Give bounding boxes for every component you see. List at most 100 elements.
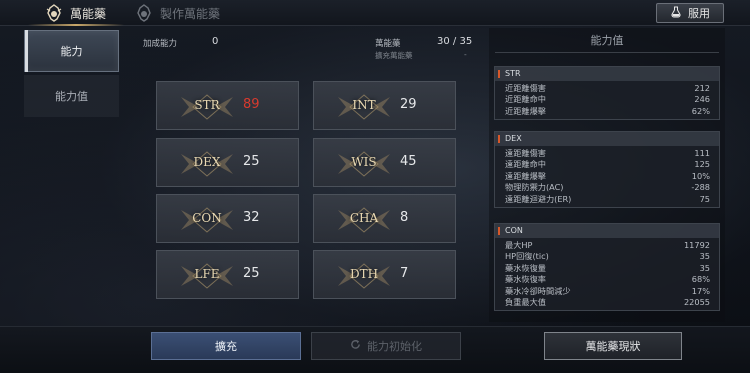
sidebar-item-ability-values[interactable]: 能力值 (24, 75, 119, 117)
reset-ability-label: 能力初始化 (367, 340, 422, 353)
stat-row-value: 35 (699, 251, 710, 262)
stat-name: CON (192, 211, 222, 225)
stat-group-header: CON (495, 224, 719, 238)
stat-value: 32 (243, 210, 260, 225)
stat-row: 近距離爆擊 62% (505, 106, 710, 117)
stat-name: INT (352, 98, 376, 112)
stat-row-label: 近距離爆擊 (505, 105, 546, 116)
stat-row: 物理防禦力(AC) -288 (505, 182, 710, 193)
stat-row-label: 遠距離爆擊 (505, 170, 546, 181)
stat-row-label: 近距離命中 (505, 94, 546, 105)
tab-craft-elixir[interactable]: 製作萬能藥 (134, 0, 220, 26)
sidebar-item-label: 能力 (60, 45, 83, 58)
stat-row-label: 藥水恢復量 (505, 262, 546, 273)
potion-flask-icon (670, 6, 682, 21)
stat-row: 遠距離傷害 111 (505, 148, 710, 159)
stat-card-dex[interactable]: DEX 25 (156, 138, 299, 187)
potion-emblem-icon (44, 3, 64, 23)
stat-card-lfe[interactable]: LFE 25 (156, 250, 299, 299)
stat-group-con: CON 最大HP 11792 HP回復(tic) 35 藥水恢復量 35 藥水恢復率 68% 藥水… (494, 223, 720, 312)
use-button[interactable]: 服用 (656, 3, 724, 23)
stat-row-value: 10% (691, 170, 710, 181)
stat-name: DEX (193, 155, 221, 169)
stat-name: CHA (349, 211, 379, 225)
stat-row-label: 藥水恢復率 (505, 274, 546, 285)
elixir-status-label: 萬能藥現狀 (585, 340, 641, 353)
stat-row-value: 17% (691, 285, 710, 296)
stat-value: 29 (400, 97, 417, 112)
stat-row-label: 負重最大值 (505, 296, 546, 307)
expand-button-label: 擴充 (215, 340, 237, 353)
stat-row-label: 藥水冷卻時間減少 (505, 285, 571, 296)
stat-row-value: 11792 (683, 240, 710, 250)
stat-row-label: 物理防禦力(AC) (505, 182, 564, 193)
elixir-count: 30 / 35 (437, 36, 473, 47)
stat-row-value: 62% (691, 105, 710, 116)
stat-row-value: 22055 (683, 296, 710, 307)
stat-row: 遠距離命中 125 (505, 159, 710, 170)
stat-row-value: 212 (694, 83, 710, 93)
sidebar: 能力 能力值 (24, 30, 119, 120)
divider (495, 52, 719, 53)
panel-title: 能力值 (590, 34, 624, 47)
stat-row: 藥水冷卻時間減少 17% (505, 286, 710, 297)
stat-row-label: 遠距離傷害 (505, 148, 546, 158)
stat-row-value: 75 (699, 193, 710, 204)
stat-value: 7 (400, 266, 409, 281)
stat-value: 25 (243, 266, 260, 281)
stat-name: STR (194, 98, 220, 112)
expand-button[interactable]: 擴充 (151, 332, 301, 360)
reset-ability-button[interactable]: 能力初始化 (311, 332, 461, 360)
stat-row-value: 125 (694, 159, 710, 170)
stat-value: 8 (400, 210, 409, 225)
stat-group-str: STR 近距離傷害 212 近距離命中 246 近距離爆擊 62% (494, 66, 720, 121)
refresh-icon (350, 339, 361, 353)
stat-card-cha[interactable]: CHA 8 (313, 194, 456, 243)
stat-group-header: STR (495, 67, 719, 81)
sidebar-item-ability[interactable]: 能力 (24, 30, 119, 72)
expand-elixir-value: - (464, 50, 467, 59)
stat-row: 藥水恢復量 35 (505, 263, 710, 274)
stat-row: 最大HP 11792 (505, 240, 710, 251)
stat-row-label: HP回復(tic) (505, 251, 549, 262)
tab-craft-elixir-label: 製作萬能藥 (160, 6, 221, 21)
stat-card-str[interactable]: STR 89 (156, 81, 299, 130)
stat-value: 25 (243, 154, 260, 169)
stat-name: LFE (194, 267, 220, 281)
stat-group-dex: DEX 遠距離傷害 111 遠距離命中 125 遠距離爆擊 10% 物理防禦力(AC) -288… (494, 131, 720, 208)
stat-name: DTH (349, 267, 379, 281)
elixir-status-button[interactable]: 萬能藥現狀 (544, 332, 682, 360)
stat-row: 遠距離迴避力(ER) 75 (505, 194, 710, 205)
stat-value: 89 (243, 97, 260, 112)
stat-row-label: 近距離傷害 (505, 83, 546, 93)
stat-row: 藥水恢復率 68% (505, 274, 710, 285)
stat-row-label: 遠距離命中 (505, 159, 546, 170)
stat-name: WIS (351, 155, 377, 169)
stat-row-label: 最大HP (505, 240, 533, 250)
stat-group-header: DEX (495, 132, 719, 146)
expand-elixir-label: 擴充萬能藥 (375, 51, 413, 60)
stat-card-int[interactable]: INT 29 (313, 81, 456, 130)
stat-row-value: 35 (699, 262, 710, 273)
bonus-label: 加成能力 (143, 39, 178, 49)
stat-row: HP回復(tic) 35 (505, 251, 710, 262)
bonus-value: 0 (212, 36, 219, 47)
stat-row-value: -288 (691, 182, 710, 193)
stat-row: 負重最大值 22055 (505, 297, 710, 308)
stat-row-label: 遠距離迴避力(ER) (505, 193, 572, 204)
stat-row: 近距離傷害 212 (505, 83, 710, 94)
stat-card-wis[interactable]: WIS 45 (313, 138, 456, 187)
stat-card-dth[interactable]: DTH 7 (313, 250, 456, 299)
stat-row-value: 111 (694, 148, 710, 158)
stat-row-value: 246 (694, 94, 710, 105)
top-bar: 萬能藥 製作萬能藥 服用 (0, 0, 750, 26)
use-button-label: 服用 (688, 7, 710, 20)
elixir-label: 萬能藥 (375, 39, 401, 49)
tab-elixir-label: 萬能藥 (70, 6, 107, 21)
sidebar-item-label: 能力值 (55, 90, 88, 103)
stat-row: 遠距離爆擊 10% (505, 171, 710, 182)
stat-row: 近距離命中 246 (505, 94, 710, 105)
stat-row-value: 68% (691, 274, 710, 285)
tab-elixir[interactable]: 萬能藥 (27, 0, 125, 26)
stat-card-con[interactable]: CON 32 (156, 194, 299, 243)
